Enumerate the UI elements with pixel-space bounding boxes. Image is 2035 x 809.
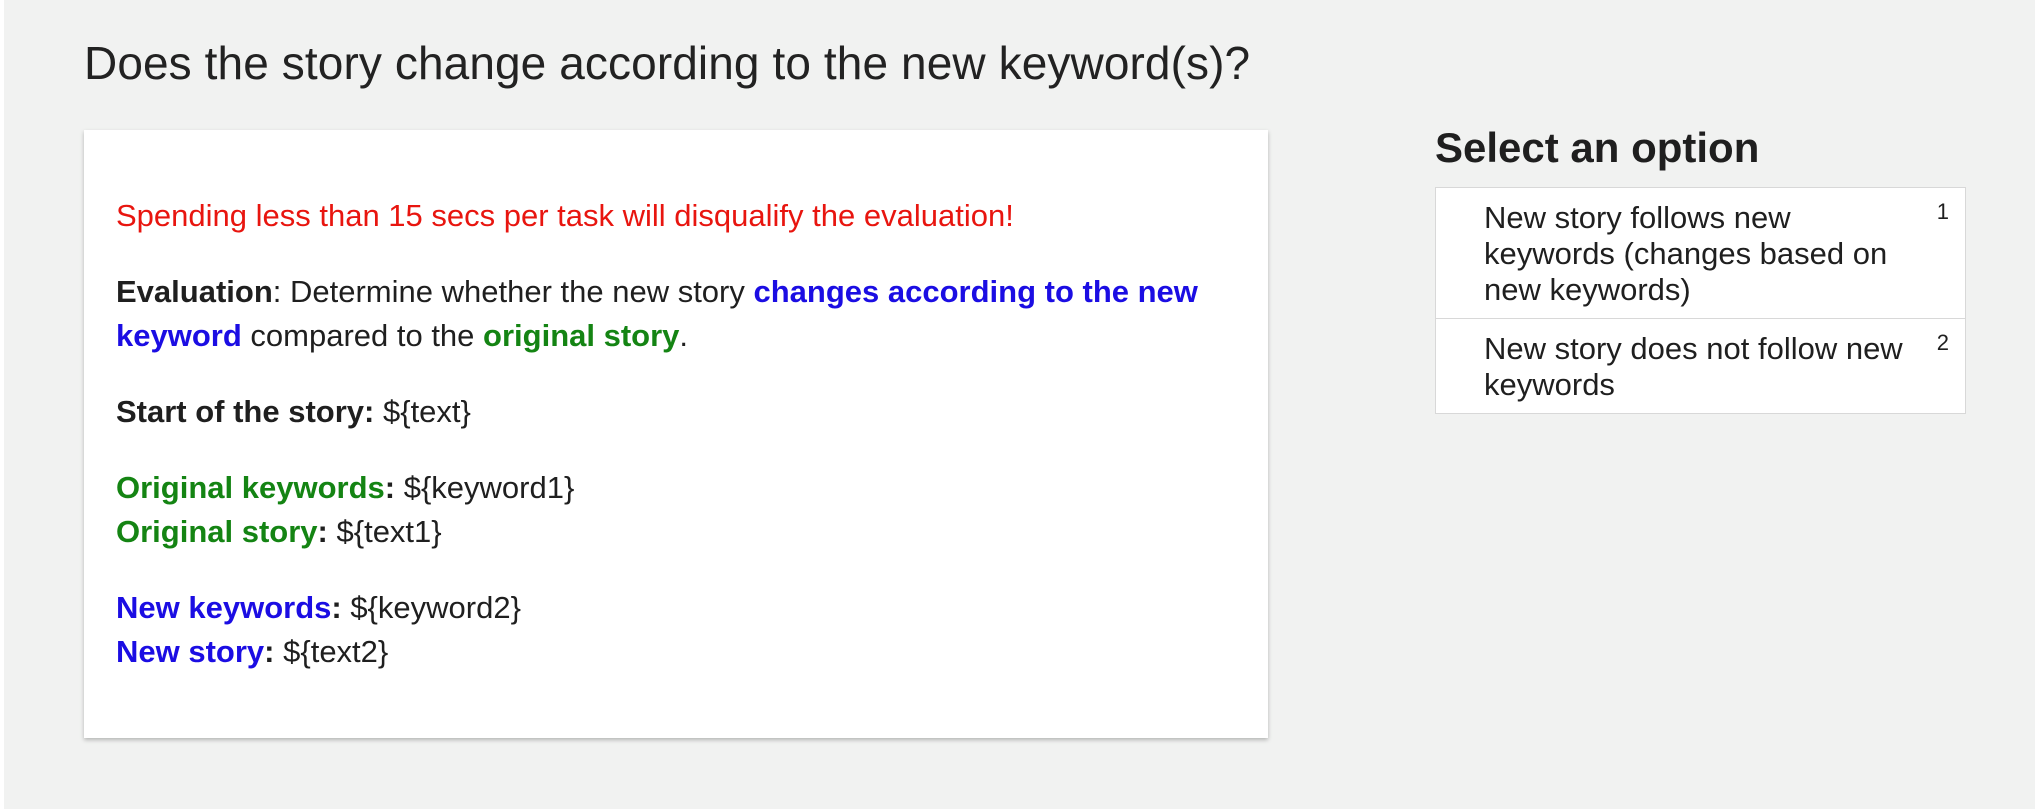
evaluation-paragraph: Evaluation: Determine whether the new st…: [116, 270, 1236, 358]
evaluation-text-2: compared to the: [241, 318, 484, 353]
new-keywords-value: ${keyword2}: [341, 590, 521, 625]
new-keywords-colon: :: [331, 590, 342, 625]
start-value: ${text}: [374, 394, 471, 429]
page: Does the story change according to the n…: [0, 0, 2035, 809]
original-story-label: Original story: [116, 514, 318, 549]
evaluation-highlight-original: original story: [483, 318, 680, 353]
new-section: New keywords: ${keyword2} New story: ${te…: [116, 586, 1236, 674]
new-story-value: ${text2}: [274, 634, 389, 669]
original-section: Original keywords: ${keyword1} Original s…: [116, 466, 1236, 554]
option-shortcut-key: 2: [1936, 330, 1949, 355]
start-label: Start of the story:: [116, 394, 375, 429]
new-keywords-label: New keywords: [116, 590, 332, 625]
original-keywords-colon: :: [384, 470, 396, 505]
options-title: Select an option: [1435, 124, 1760, 171]
original-keywords-label: Original keywords: [116, 470, 385, 505]
new-story-label: New story: [116, 634, 265, 669]
page-title: Does the story change according to the n…: [84, 37, 1251, 89]
start-of-story: Start of the story: ${text}: [116, 390, 1236, 434]
time-warning: Spending less than 15 secs per task will…: [116, 198, 1014, 233]
option-shortcut-key: 1: [1936, 199, 1949, 224]
original-keywords-value: ${keyword1}: [395, 470, 575, 505]
original-story-colon: :: [317, 514, 328, 549]
option-does-not-follow-new-keywords[interactable]: New story does not follow new keywords 2: [1436, 318, 1965, 413]
evaluation-text-1: : Determine whether the new story: [272, 274, 754, 309]
option-label: New story follows new keywords (changes …: [1484, 200, 1888, 307]
option-follows-new-keywords[interactable]: New story follows new keywords (changes …: [1436, 188, 1965, 318]
new-story-colon: :: [264, 634, 275, 669]
option-label: New story does not follow new keywords: [1484, 331, 1903, 402]
original-story-value: ${text1}: [327, 514, 442, 549]
evaluation-label: Evaluation: [116, 274, 273, 309]
instructions-card: Spending less than 15 secs per task will…: [84, 130, 1268, 738]
evaluation-text-3: .: [679, 318, 689, 353]
options-list: New story follows new keywords (changes …: [1435, 187, 1966, 414]
